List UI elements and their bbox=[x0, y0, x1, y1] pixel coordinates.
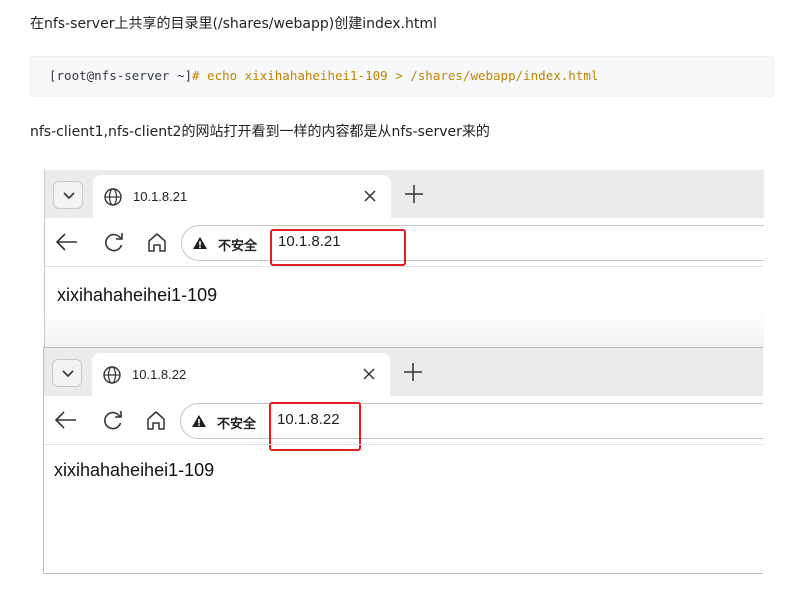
window-bottom-shade bbox=[45, 310, 764, 348]
content-divider bbox=[44, 444, 763, 445]
code-prompt: [root@nfs-server ~] bbox=[49, 68, 192, 83]
reload-icon[interactable] bbox=[102, 409, 124, 431]
tab-title: 10.1.8.21 bbox=[133, 189, 188, 204]
back-arrow-icon[interactable] bbox=[55, 231, 79, 253]
code-command: # echo xixihahaheihei1-109 > /shares/web… bbox=[192, 68, 599, 83]
content-divider bbox=[45, 266, 764, 267]
code-line: [root@nfs-server ~]# echo xixihahaheihei… bbox=[49, 68, 598, 83]
code-block: [root@nfs-server ~]# echo xixihahaheihei… bbox=[30, 56, 774, 97]
step-paragraph: 在nfs-server上共享的目录里(/shares/webapp)创建inde… bbox=[30, 16, 437, 32]
page-content-text: xixihahaheihei1-109 bbox=[54, 460, 215, 480]
plus-icon[interactable] bbox=[403, 183, 425, 205]
warning-icon[interactable] bbox=[191, 414, 207, 428]
warning-icon[interactable] bbox=[192, 236, 208, 250]
globe-icon bbox=[103, 366, 121, 384]
tab-search-button[interactable] bbox=[53, 181, 83, 209]
tab-strip: 10.1.8.22 bbox=[44, 348, 763, 396]
globe-icon bbox=[104, 188, 122, 206]
tab-strip: 10.1.8.21 bbox=[45, 170, 764, 218]
close-icon[interactable] bbox=[363, 189, 377, 203]
reload-icon[interactable] bbox=[103, 231, 125, 253]
browser-window-client1: 10.1.8.21 不安全 10.1.8.21 xixihahaheihei1-… bbox=[44, 170, 764, 348]
home-icon[interactable] bbox=[146, 231, 168, 253]
home-icon[interactable] bbox=[145, 409, 167, 431]
security-label[interactable]: 不安全 bbox=[218, 235, 257, 254]
address-bar[interactable]: 不安全 10.1.8.22 bbox=[180, 403, 763, 439]
close-icon[interactable] bbox=[362, 367, 376, 381]
address-bar[interactable]: 不安全 10.1.8.21 bbox=[181, 225, 764, 261]
back-arrow-icon[interactable] bbox=[54, 409, 78, 431]
browser-window-client2: 10.1.8.22 不安全 10.1.8.22 xixihahaheihei1-… bbox=[43, 347, 763, 574]
url-highlight-box bbox=[270, 229, 406, 266]
chevron-down-icon bbox=[62, 370, 74, 378]
tab-search-button[interactable] bbox=[52, 359, 82, 387]
result-paragraph: nfs-client1,nfs-client2的网站打开看到一样的内容都是从nf… bbox=[30, 124, 490, 140]
security-label[interactable]: 不安全 bbox=[217, 413, 256, 432]
tab-active[interactable]: 10.1.8.21 bbox=[93, 175, 391, 218]
chevron-down-icon bbox=[63, 192, 75, 200]
tab-title: 10.1.8.22 bbox=[132, 367, 187, 382]
plus-icon[interactable] bbox=[402, 361, 424, 383]
browser-toolbar: 不安全 10.1.8.22 bbox=[44, 396, 763, 444]
page-content-text: xixihahaheihei1-109 bbox=[57, 285, 218, 305]
tab-active[interactable]: 10.1.8.22 bbox=[92, 353, 390, 396]
